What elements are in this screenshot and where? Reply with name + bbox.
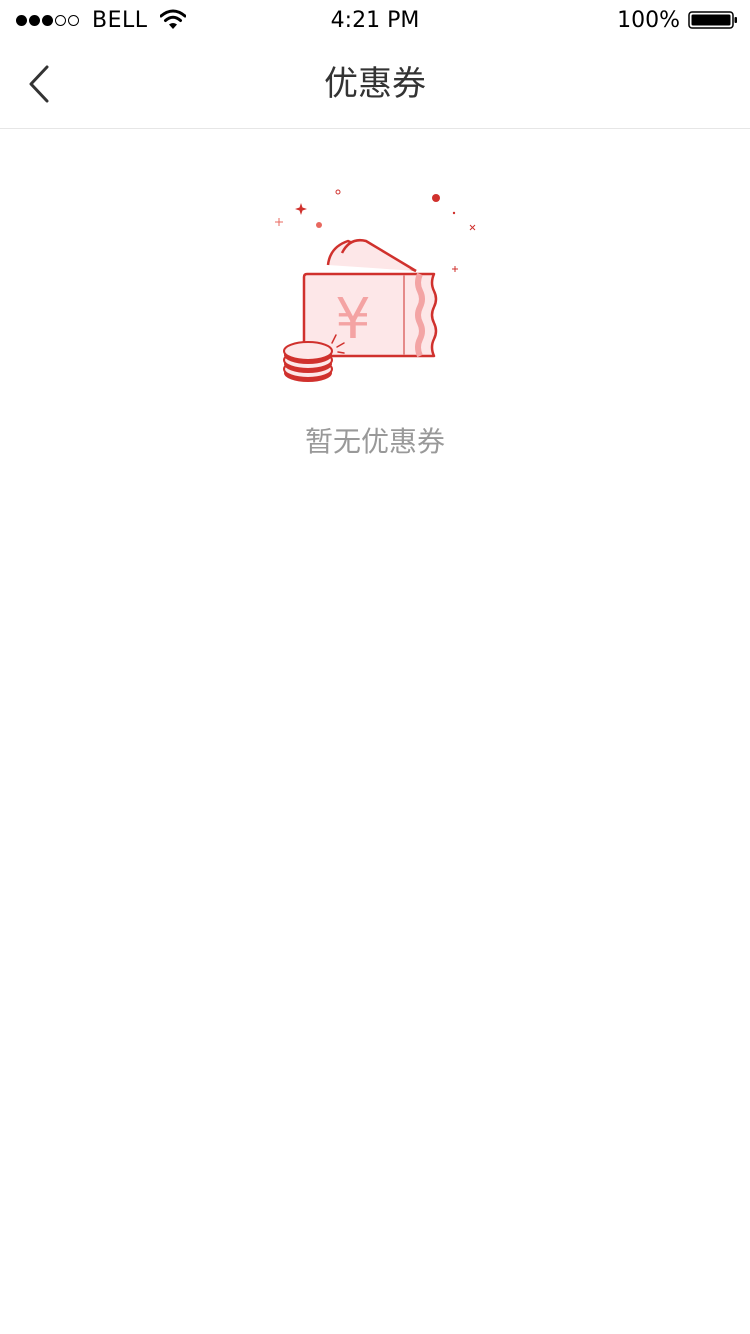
page-title: 优惠券: [324, 64, 426, 104]
coin-stack-icon: [283, 341, 333, 382]
status-bar: BELL 4:21 PM 100%: [0, 0, 750, 40]
battery-percentage: 100%: [617, 8, 680, 33]
battery-icon: [688, 11, 737, 29]
svg-text:¥: ¥: [335, 287, 371, 352]
navigation-bar: 优惠券: [0, 40, 750, 129]
coupon-wallet-icon: ¥: [275, 189, 476, 382]
empty-state-message: 暂无优惠券: [304, 425, 445, 458]
